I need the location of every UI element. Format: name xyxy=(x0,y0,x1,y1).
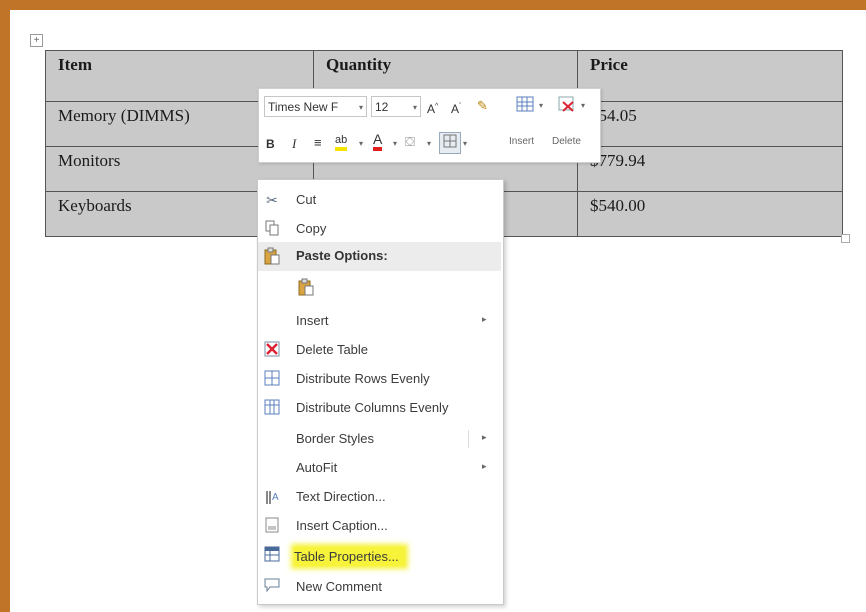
text-direction-icon: A xyxy=(262,488,282,506)
table-cell[interactable]: $779.94 xyxy=(577,146,843,192)
font-size-value: 12 xyxy=(375,100,389,114)
insert-label[interactable]: Insert xyxy=(509,136,534,147)
borders-icon[interactable] xyxy=(439,132,461,154)
menu-item-label: Border Styles xyxy=(296,431,375,446)
menu-item-label: Paste Options: xyxy=(296,248,388,263)
menu-item-distribute-rows[interactable]: Distribute Rows Evenly xyxy=(258,365,501,394)
menu-item-insert-caption[interactable]: Insert Caption... xyxy=(258,512,501,541)
menu-item-cut[interactable]: ✂ Cut xyxy=(258,186,501,215)
highlight-color-icon[interactable]: ab xyxy=(335,133,348,151)
distribute-columns-icon xyxy=(262,399,282,417)
menu-item-label: Copy xyxy=(296,221,327,236)
menu-item-label: Delete Table xyxy=(296,342,369,357)
chevron-down-icon[interactable]: ▾ xyxy=(581,97,585,115)
chevron-down-icon[interactable]: ▾ xyxy=(359,97,363,118)
scissors-icon: ✂ xyxy=(266,192,278,208)
table-resize-handle[interactable] xyxy=(841,234,850,243)
chevron-down-icon[interactable]: ▾ xyxy=(463,135,467,153)
grow-font-icon[interactable]: A^ xyxy=(427,98,438,118)
menu-item-copy[interactable]: Copy xyxy=(258,215,501,244)
menu-item-autofit[interactable]: AutoFit ▸ xyxy=(258,454,501,483)
font-name-box[interactable]: Times New F ▾ xyxy=(264,96,367,117)
menu-item-label: Insert xyxy=(296,313,329,328)
insert-caption-icon xyxy=(262,517,282,535)
context-menu: ✂ Cut Copy Paste Options: Insert ▸ Delet… xyxy=(257,179,504,605)
align-center-icon[interactable]: ≡ xyxy=(314,134,322,152)
menu-item-label: Cut xyxy=(296,192,317,207)
distribute-rows-icon xyxy=(262,370,282,388)
font-size-box[interactable]: 12 ▾ xyxy=(371,96,421,117)
split-divider xyxy=(468,430,469,448)
chevron-right-icon: ▸ xyxy=(482,432,487,442)
menu-item-new-comment[interactable]: New Comment xyxy=(258,573,501,602)
svg-text:A: A xyxy=(272,492,279,503)
menu-item-table-properties[interactable]: Table Properties... xyxy=(258,541,501,570)
paste-icon xyxy=(262,247,282,265)
menu-item-label: Distribute Rows Evenly xyxy=(296,371,430,386)
menu-item-label: Insert Caption... xyxy=(296,518,388,533)
table-header-cell[interactable]: Price xyxy=(577,50,843,102)
menu-item-insert[interactable]: Insert ▸ xyxy=(258,307,501,336)
menu-item-label: AutoFit xyxy=(296,460,338,475)
paste-keep-formatting-icon[interactable] xyxy=(296,278,316,296)
table-cell[interactable]: $54.05 xyxy=(577,101,843,147)
font-name-value: Times New F xyxy=(268,100,339,114)
table-cell[interactable]: $540.00 xyxy=(577,191,843,237)
menu-item-label: Text Direction... xyxy=(296,489,386,504)
bold-icon[interactable]: B xyxy=(266,135,275,153)
chevron-down-icon[interactable]: ▾ xyxy=(413,97,417,118)
chevron-down-icon[interactable]: ▾ xyxy=(393,135,397,153)
shading-icon[interactable]: ⛋ xyxy=(405,133,415,151)
chevron-down-icon[interactable]: ▾ xyxy=(539,97,543,115)
delete-table-icon xyxy=(262,341,282,359)
chevron-right-icon: ▸ xyxy=(482,461,487,471)
chevron-right-icon: ▸ xyxy=(482,314,487,324)
menu-item-delete-table[interactable]: Delete Table xyxy=(258,336,501,365)
paste-option-keep-formatting[interactable] xyxy=(258,272,501,302)
menu-item-distribute-columns[interactable]: Distribute Columns Evenly xyxy=(258,394,501,423)
menu-item-label: New Comment xyxy=(296,579,382,594)
shrink-font-icon[interactable]: Aˇ xyxy=(451,98,461,118)
format-painter-icon[interactable]: ✎ xyxy=(477,97,488,115)
italic-icon[interactable]: I xyxy=(292,135,296,153)
mini-toolbar: Times New F ▾ 12 ▾ A^ Aˇ ✎ ▾ ▾ B I ≡ ab … xyxy=(258,88,601,163)
menu-item-label: Distribute Columns Evenly xyxy=(296,400,449,415)
copy-icon xyxy=(262,220,282,238)
table-move-handle-icon[interactable]: + xyxy=(30,34,43,47)
chevron-down-icon[interactable]: ▾ xyxy=(359,135,363,153)
new-comment-icon xyxy=(262,578,282,596)
delete-label[interactable]: Delete xyxy=(552,136,581,147)
delete-table-cells-icon[interactable] xyxy=(555,95,579,118)
table-properties-icon xyxy=(262,546,282,564)
menu-item-text-direction[interactable]: A Text Direction... xyxy=(258,483,501,512)
font-color-icon[interactable]: A xyxy=(373,132,383,151)
menu-item-label: Table Properties... xyxy=(294,547,405,566)
chevron-down-icon[interactable]: ▾ xyxy=(427,135,431,153)
insert-table-icon[interactable] xyxy=(513,95,537,118)
menu-section-paste-options: Paste Options: xyxy=(258,242,501,271)
menu-item-border-styles[interactable]: Border Styles ▸ xyxy=(258,425,501,454)
